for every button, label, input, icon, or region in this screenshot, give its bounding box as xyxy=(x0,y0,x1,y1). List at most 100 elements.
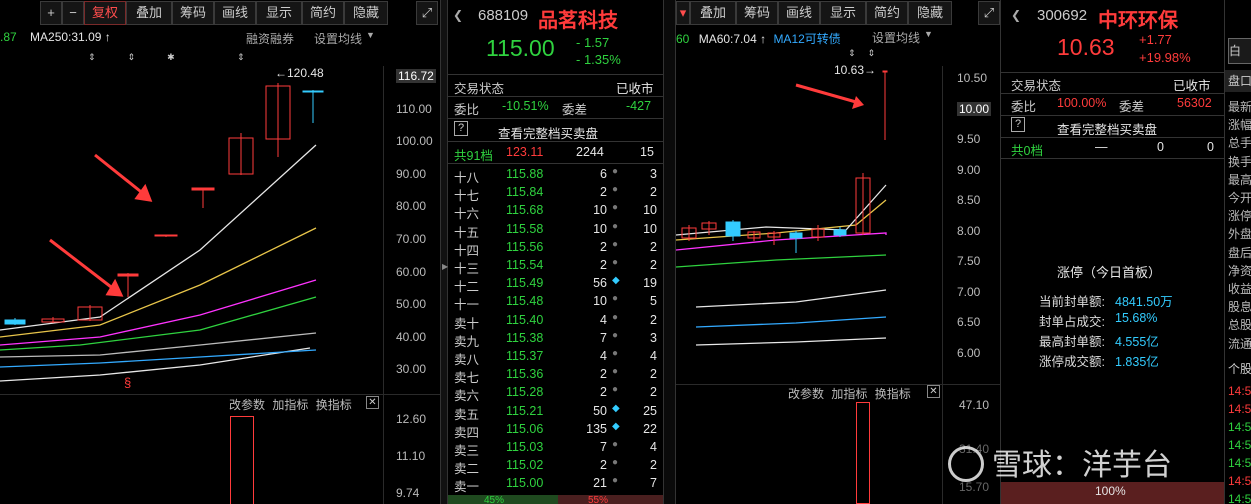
change-param-link[interactable]: 改参数 xyxy=(229,398,265,412)
level-price: 115.37 xyxy=(506,349,544,363)
switch-indicator-link[interactable]: 换指标 xyxy=(875,387,911,401)
y-axis-tick: 80.00 xyxy=(396,199,427,214)
volume-bar xyxy=(230,416,254,504)
left-ma-labels: .87 MA250:31.09 ↑ xyxy=(0,30,111,44)
right-kline-chart[interactable] xyxy=(676,45,942,385)
diamond-icon: ● xyxy=(612,293,619,305)
order-book-row: 卖八 115.37 4 ● 4 xyxy=(448,348,663,367)
add-indicator-link[interactable]: 加指标 xyxy=(831,387,867,401)
fullscreen-icon[interactable]: ⤢ xyxy=(416,1,438,25)
section-marker-icon: § xyxy=(124,375,132,390)
toolbar-button-8[interactable]: 隐藏 xyxy=(344,1,388,25)
buy-ratio-bar xyxy=(558,495,663,504)
limit-row: 最高封单额: 4.555亿 xyxy=(1001,328,1224,349)
full-book-row[interactable]: ? 查看完整档买卖盘 xyxy=(448,120,663,141)
buy-ratio-pct: 55% xyxy=(588,495,609,504)
chevron-left-icon[interactable]: ❮ xyxy=(453,8,463,22)
left-kline-chart[interactable] xyxy=(0,45,383,395)
left-y-axis: 116.72 110.00 100.00 90.00 80.00 70.00 60.00 50… xyxy=(383,66,440,396)
toolbar-button-4[interactable]: 筹码 xyxy=(172,1,214,25)
help-icon[interactable]: ? xyxy=(1011,117,1025,132)
level-vol: 4 xyxy=(600,349,607,363)
candle-body xyxy=(117,273,139,277)
toolbar-button-3[interactable]: 显示 xyxy=(820,1,866,25)
order-book-row: 卖三 115.03 7 ● 4 xyxy=(448,439,663,458)
side-button[interactable]: 白 xyxy=(1228,38,1251,64)
y-axis-tick: 100.00 xyxy=(396,134,433,149)
dropdown-icon[interactable]: ▼ xyxy=(924,29,933,39)
toolbar-button-1[interactable]: − xyxy=(62,1,84,25)
dropdown-icon[interactable]: ▾ xyxy=(676,1,690,25)
candle-body xyxy=(4,319,26,325)
full-book-row[interactable]: ? 查看完整档买卖盘 xyxy=(1001,116,1224,137)
add-indicator-link[interactable]: 加指标 xyxy=(272,398,308,412)
level-price: 115.88 xyxy=(506,167,544,181)
toolbar-button-2[interactable]: 复权 xyxy=(84,1,126,25)
watermark-sep: ： xyxy=(1052,449,1082,482)
level-cnt: 5 xyxy=(650,294,657,309)
right-chart-panel: ▾ 叠加 筹码 画线 显示 简约 隐藏 ⤢ 60 MA60:7.04 ↑ MA12可转债 … xyxy=(676,0,1000,504)
toolbar-button-1[interactable]: 筹码 xyxy=(736,1,778,25)
level-label: 十七 xyxy=(454,189,480,204)
level-price: 115.28 xyxy=(506,385,544,400)
switch-indicator-link[interactable]: 换指标 xyxy=(316,398,352,412)
ma-setting-link[interactable]: 设置均线 xyxy=(872,29,920,46)
full-book-link[interactable]: 查看完整档买卖盘 xyxy=(498,123,598,142)
fullscreen-icon[interactable]: ⤢ xyxy=(978,1,1000,25)
full-book-link[interactable]: 查看完整档买卖盘 xyxy=(1057,119,1157,138)
panel-divider[interactable]: ▶ xyxy=(440,0,448,504)
side-tab[interactable]: 盘口 xyxy=(1225,70,1251,92)
dropdown-icon[interactable]: ▼ xyxy=(366,30,375,40)
event-markers[interactable]: ⇕⇕✱ xyxy=(88,52,207,63)
sell-ratio-pct: 45% xyxy=(484,495,505,504)
arrow-up-icon: ↑ xyxy=(104,30,111,44)
toolbar-button-6[interactable]: 显示 xyxy=(256,1,302,25)
side-item: 外盘 xyxy=(1228,227,1251,242)
watermark-author: 洋芋台 xyxy=(1082,449,1172,482)
price-change-pct: - 1.35% xyxy=(576,52,621,67)
toolbar-button-0[interactable]: 叠加 xyxy=(690,1,736,25)
side-time: 14:5 xyxy=(1228,474,1251,488)
event-marker[interactable]: ⇕ xyxy=(237,52,245,63)
ma-line xyxy=(695,289,887,308)
mid-scrollbar[interactable] xyxy=(664,0,676,504)
annotation-arrow-2 xyxy=(49,238,116,292)
status-row: 交易状态 已收市 xyxy=(448,75,663,96)
candle-body xyxy=(154,234,178,237)
help-icon[interactable]: ? xyxy=(454,121,468,136)
toolbar-button-5[interactable]: 隐藏 xyxy=(908,1,952,25)
toolbar-button-7[interactable]: 简约 xyxy=(302,1,344,25)
level-label: 卖八 xyxy=(454,353,480,367)
close-icon[interactable]: ✕ xyxy=(366,396,379,409)
toolbar-button-5[interactable]: 画线 xyxy=(214,1,256,25)
close-icon[interactable]: ✕ xyxy=(927,385,940,398)
diamond-icon: ● xyxy=(612,257,619,268)
mid-quote-panel: ❮ 688109 品茗科技 115.00 - 1.57 - 1.35% 交易状态… xyxy=(448,0,664,504)
side-item: 股息 xyxy=(1228,300,1251,315)
y-axis-tick: 116.72 xyxy=(396,69,436,83)
left-candles xyxy=(4,83,324,325)
toolbar-button-0[interactable]: + xyxy=(40,1,62,25)
diamond-icon: ● xyxy=(612,475,619,487)
toolbar-button-2[interactable]: 画线 xyxy=(778,1,820,25)
diamond-icon: ◆ xyxy=(612,420,620,432)
change-param-link[interactable]: 改参数 xyxy=(788,387,824,401)
level-cnt: 2 xyxy=(650,185,657,200)
toolbar-button-4[interactable]: 简约 xyxy=(866,1,908,25)
toolbar-button-3[interactable]: 叠加 xyxy=(126,1,172,25)
level-label: 卖四 xyxy=(454,425,480,440)
y-axis-tick: 30.00 xyxy=(396,362,427,377)
left-sub-links: 改参数 加指标 换指标 xyxy=(229,396,352,413)
y-axis-tick: 110.00 xyxy=(396,101,432,116)
side-time: 14:5 xyxy=(1228,492,1251,504)
summary-row: 共91档 123.11 2244 15 xyxy=(448,142,663,163)
level-cnt: 2 xyxy=(650,385,657,400)
diamond-icon: ● xyxy=(612,384,619,396)
chevron-left-icon[interactable]: ❮ xyxy=(1011,8,1021,22)
peak-label: ←120.48 xyxy=(275,66,324,80)
order-book-row: 卖十 115.40 4 ● 2 xyxy=(448,312,663,331)
level-cnt: 2 xyxy=(650,239,657,254)
level-price: 115.00 xyxy=(506,476,544,491)
sub-axis-tick: 12.60 xyxy=(396,412,427,426)
level-vol: 2 xyxy=(600,185,607,200)
